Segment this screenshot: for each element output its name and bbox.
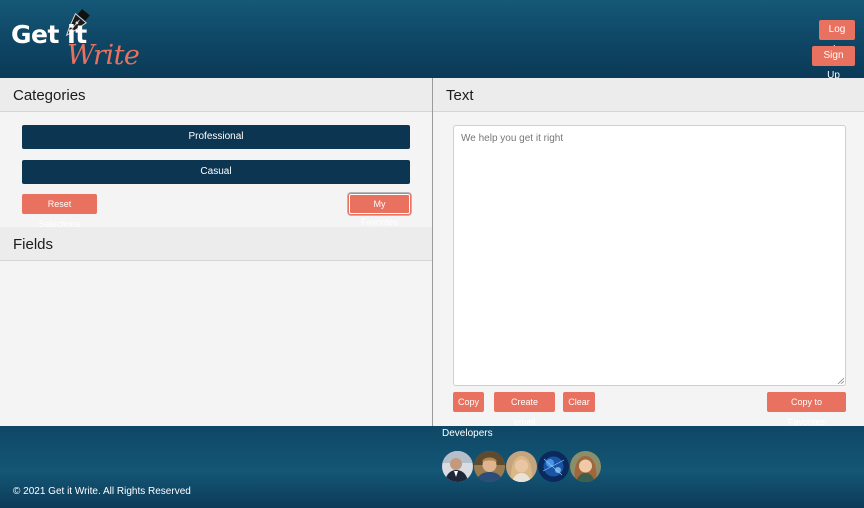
abstract-blue-network-icon — [538, 451, 569, 482]
left-panel: Categories Professional Casual Reset Sel… — [0, 78, 432, 426]
right-panel: Text We help you get it right Copy Creat… — [433, 78, 864, 427]
text-placeholder: We help you get it right — [461, 133, 564, 144]
person-photo-icon — [506, 451, 537, 482]
developers-label: Developers — [442, 428, 493, 439]
developer-avatar-1[interactable] — [442, 451, 473, 482]
developer-avatar-3[interactable] — [506, 451, 537, 482]
developer-avatar-4[interactable] — [538, 451, 569, 482]
create-email-button[interactable]: Create email — [494, 392, 555, 427]
resize-grip-icon[interactable] — [837, 377, 844, 384]
copyright-text: © 2021 Get it Write. All Rights Reserved — [13, 486, 191, 497]
clear-button[interactable]: Clear — [563, 392, 595, 412]
fields-heading: Fields — [0, 227, 432, 261]
fields-area — [0, 261, 432, 426]
category-professional-button[interactable]: Professional — [22, 125, 410, 149]
text-input-area[interactable]: We help you get it right — [453, 125, 846, 386]
developer-avatar-5[interactable] — [570, 451, 601, 482]
my-favorites-button[interactable]: My Favorites — [349, 194, 410, 227]
reset-selections-button[interactable]: Reset Selections — [22, 194, 97, 229]
footer: Developers © 2021 Get it Write. All Righ… — [0, 426, 864, 508]
get-it-write-logo[interactable]: Get it Write — [11, 8, 141, 72]
log-in-button[interactable]: Log In — [819, 20, 855, 55]
person-photo-icon — [442, 451, 473, 482]
developer-avatar-2[interactable] — [474, 451, 505, 482]
logo-text-write: Write — [67, 40, 140, 71]
category-casual-button[interactable]: Casual — [22, 160, 410, 184]
copy-button[interactable]: Copy — [453, 392, 484, 412]
categories-heading: Categories — [0, 78, 432, 112]
text-heading: Text — [433, 78, 864, 112]
header: Get it Write Log In Sign Up — [0, 0, 864, 81]
person-photo-icon — [570, 451, 601, 482]
copy-to-favorites-button[interactable]: Copy to Favorites — [767, 392, 846, 427]
sign-up-button[interactable]: Sign Up — [812, 46, 855, 81]
person-photo-icon — [474, 451, 505, 482]
